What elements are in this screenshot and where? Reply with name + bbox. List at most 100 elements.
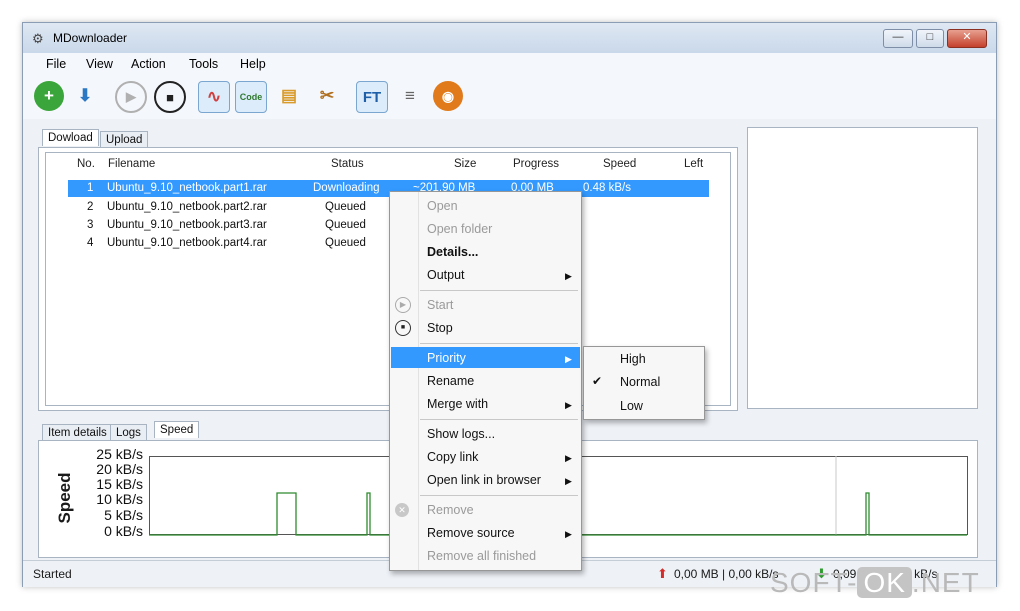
upload-stats: 0,00 MB | 0,00 kB/s (674, 567, 779, 581)
row-filename: Ubuntu_9.10_netbook.part4.rar (107, 237, 267, 249)
database-icon: ≡ (405, 86, 415, 105)
column-header-progress[interactable]: Progress (513, 158, 559, 170)
menu-item-start[interactable]: Start (427, 298, 453, 312)
menu-separator (420, 495, 578, 496)
row-no: 4 (87, 237, 94, 249)
menu-item-stop[interactable]: Stop (427, 321, 453, 335)
submenu-arrow-icon: ▶ (565, 476, 572, 486)
stop-menu-icon: ■ (395, 320, 411, 336)
menu-item-remove-source[interactable]: Remove source (427, 526, 515, 540)
tab-upload[interactable]: Upload (100, 131, 149, 148)
play-icon: ▶ (126, 89, 136, 104)
menu-item-open[interactable]: Open (427, 199, 458, 213)
tab-download[interactable]: Dowload (42, 129, 99, 146)
y-tick-label: 20 kB/s (96, 461, 143, 477)
y-tick-label: 10 kB/s (96, 491, 143, 507)
graph-icon: ∿ (206, 87, 222, 106)
checkmark-icon: ✔ (592, 374, 603, 388)
context-menu: Open Open folder Details... Output ▶ ▶ S… (389, 191, 582, 571)
priority-submenu: High ✔ Normal Low (583, 346, 705, 420)
priority-normal[interactable]: Normal (620, 375, 660, 389)
stop-icon: ■ (166, 89, 174, 105)
row-speed: 0.48 kB/s (583, 182, 631, 194)
preview-pane (747, 127, 978, 409)
start-button[interactable]: ▶ (115, 81, 147, 113)
rss-icon: ◉ (441, 87, 455, 104)
menu-file[interactable]: File (46, 57, 66, 71)
download-button[interactable]: ⬇ (70, 81, 100, 111)
stop-button[interactable]: ■ (154, 81, 186, 113)
menu-view[interactable]: View (86, 57, 113, 71)
column-header-status[interactable]: Status (331, 158, 364, 170)
menu-tools[interactable]: Tools (189, 57, 218, 71)
remove-menu-icon: ✕ (395, 503, 409, 517)
code-button[interactable]: Code (235, 81, 267, 113)
menu-separator (420, 290, 578, 291)
menu-item-show-logs[interactable]: Show logs... (427, 427, 495, 441)
ft-button[interactable]: FT (356, 81, 388, 113)
row-status: Downloading (313, 182, 380, 194)
minimize-button[interactable]: — (883, 29, 913, 48)
database-button[interactable]: ≡ (395, 81, 425, 111)
column-header-left[interactable]: Left (684, 158, 703, 170)
watermark-soft: SOFT- (770, 567, 858, 598)
menu-item-remove[interactable]: Remove (427, 503, 474, 517)
row-filename: Ubuntu_9.10_netbook.part3.rar (107, 219, 267, 231)
menu-help[interactable]: Help (240, 57, 266, 71)
watermark: SOFT- OK .NET (770, 567, 980, 599)
row-status: Queued (325, 201, 366, 213)
app-gear-icon: ⚙ (32, 31, 44, 46)
row-status: Queued (325, 237, 366, 249)
ft-icon: FT (362, 88, 382, 106)
column-header-size[interactable]: Size (454, 158, 476, 170)
maximize-button[interactable]: □ (916, 29, 944, 48)
menu-item-copy-link[interactable]: Copy link (427, 450, 478, 464)
menu-action[interactable]: Action (131, 57, 166, 71)
package-icon: ▤ (280, 86, 298, 105)
column-header-speed[interactable]: Speed (603, 158, 636, 170)
tab-item-details[interactable]: Item details (42, 424, 113, 441)
submenu-arrow-icon: ▶ (565, 529, 572, 539)
download-arrow-icon: ⬇ (77, 86, 93, 105)
package-button[interactable]: ▤ (274, 81, 304, 111)
graph-button[interactable]: ∿ (198, 81, 230, 113)
watermark-ok: OK (857, 567, 912, 598)
column-header-no[interactable]: No. (77, 158, 95, 170)
add-download-button[interactable]: + (34, 81, 64, 111)
close-button[interactable]: ✕ (947, 29, 987, 48)
rss-button[interactable]: ◉ (433, 81, 463, 111)
priority-high[interactable]: High (620, 352, 646, 366)
window-title: MDownloader (53, 31, 128, 45)
menu-item-priority[interactable]: Priority (427, 351, 466, 365)
title-bar: ⚙ MDownloader — □ ✕ (23, 23, 996, 53)
y-tick-label: 5 kB/s (104, 507, 143, 523)
row-filename: Ubuntu_9.10_netbook.part1.rar (107, 182, 267, 194)
submenu-arrow-icon: ▶ (565, 400, 572, 410)
status-text: Started (33, 567, 72, 581)
start-menu-icon: ▶ (395, 297, 411, 313)
submenu-arrow-icon: ▶ (565, 354, 572, 364)
tools-button[interactable]: ✂ (312, 81, 342, 111)
upload-arrow-icon: ⬆ (657, 566, 668, 581)
priority-low[interactable]: Low (620, 399, 643, 413)
menu-item-output[interactable]: Output (427, 268, 465, 282)
tools-icon: ✂ (319, 86, 335, 105)
menu-item-merge-with[interactable]: Merge with (427, 397, 488, 411)
tab-logs[interactable]: Logs (110, 424, 147, 441)
row-no: 3 (87, 219, 94, 231)
menu-item-open-link-in-browser[interactable]: Open link in browser (427, 473, 541, 487)
menu-separator (420, 343, 578, 344)
column-header-filename[interactable]: Filename (108, 158, 155, 170)
code-icon: Code (239, 92, 263, 102)
menu-gutter (418, 192, 419, 570)
menu-item-rename[interactable]: Rename (427, 374, 474, 388)
row-filename: Ubuntu_9.10_netbook.part2.rar (107, 201, 267, 213)
add-icon: + (44, 86, 54, 105)
menu-item-details[interactable]: Details... (427, 245, 478, 259)
watermark-net: .NET (911, 567, 980, 598)
tab-speed[interactable]: Speed (154, 421, 200, 438)
menu-item-open-folder[interactable]: Open folder (427, 222, 492, 236)
row-no: 2 (87, 201, 94, 213)
submenu-arrow-icon: ▶ (565, 453, 572, 463)
menu-item-remove-all-finished[interactable]: Remove all finished (427, 549, 536, 563)
